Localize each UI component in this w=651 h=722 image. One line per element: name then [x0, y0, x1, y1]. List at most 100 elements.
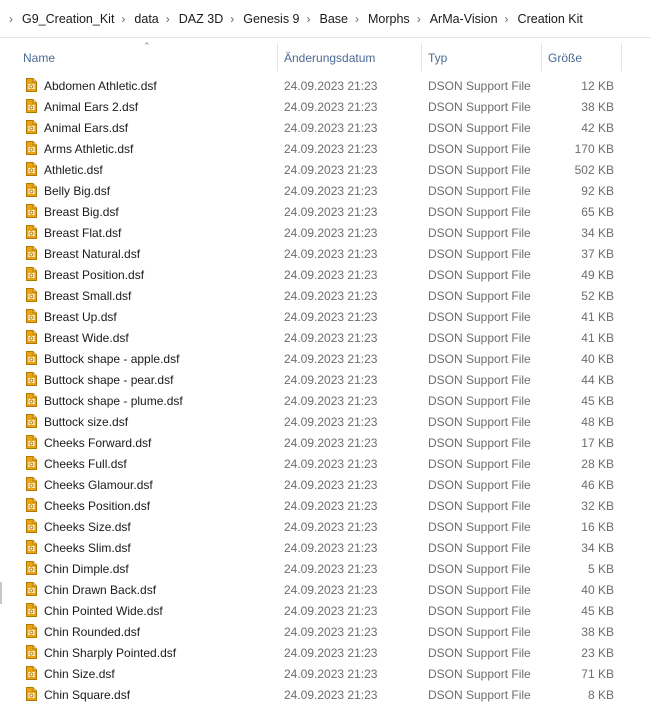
dson-document-icon: [26, 99, 37, 113]
column-divider[interactable]: [277, 43, 278, 71]
dson-document-icon: [26, 603, 37, 617]
file-row[interactable]: Cheeks Full.dsf 24.09.2023 21:23 DSON Supp…: [0, 453, 651, 474]
breadcrumb-item[interactable]: Morphs: [367, 10, 411, 28]
file-size: 5 KB: [587, 562, 614, 576]
column-header-type[interactable]: Typ: [428, 39, 540, 71]
breadcrumb-item[interactable]: Base: [319, 10, 350, 28]
file-name: Arms Athletic.dsf: [44, 142, 134, 156]
file-row[interactable]: Buttock shape - pear.dsf 24.09.2023 21:23…: [0, 369, 651, 390]
file-type: DSON Support File: [428, 415, 531, 429]
column-divider[interactable]: [621, 43, 622, 71]
file-type: DSON Support File: [428, 310, 531, 324]
chevron-right-icon[interactable]: ›: [3, 12, 21, 26]
scroll-indicator[interactable]: [0, 582, 2, 604]
file-date: 24.09.2023 21:23: [284, 121, 378, 135]
file-row[interactable]: Chin Pointed Wide.dsf 24.09.2023 21:23 DSO…: [0, 600, 651, 621]
file-row[interactable]: Chin Drawn Back.dsf 24.09.2023 21:23 DSON …: [0, 579, 651, 600]
file-row[interactable]: Buttock shape - apple.dsf 24.09.2023 21:2…: [0, 348, 651, 369]
breadcrumb-item[interactable]: ArMa-Vision: [429, 10, 499, 28]
file-date: 24.09.2023 21:23: [284, 583, 378, 597]
file-date: 24.09.2023 21:23: [284, 436, 378, 450]
file-row[interactable]: Chin Dimple.dsf 24.09.2023 21:23 DSON Supp…: [0, 558, 651, 579]
file-row[interactable]: Breast Flat.dsf 24.09.2023 21:23 DSON Supp…: [0, 222, 651, 243]
breadcrumb-item[interactable]: Creation Kit: [517, 10, 584, 28]
dson-document-icon: [26, 183, 37, 197]
file-date: 24.09.2023 21:23: [284, 478, 378, 492]
column-divider[interactable]: [541, 43, 542, 71]
file-date: 24.09.2023 21:23: [284, 646, 378, 660]
breadcrumb-item[interactable]: Genesis 9: [242, 10, 300, 28]
file-name: Breast Small.dsf: [44, 289, 132, 303]
file-date: 24.09.2023 21:23: [284, 289, 378, 303]
file-row[interactable]: Chin Square.dsf 24.09.2023 21:23 DSON Supp…: [0, 684, 651, 705]
file-type: DSON Support File: [428, 79, 531, 93]
column-header-date[interactable]: Änderungsdatum: [284, 39, 420, 71]
chevron-right-icon[interactable]: ›: [301, 12, 319, 26]
file-name: Chin Size.dsf: [44, 667, 115, 681]
chevron-right-icon[interactable]: ›: [411, 12, 429, 26]
chevron-right-icon[interactable]: ›: [349, 12, 367, 26]
chevron-right-icon[interactable]: ›: [499, 12, 517, 26]
file-type: DSON Support File: [428, 331, 531, 345]
dson-document-icon: [26, 435, 37, 449]
breadcrumb-item[interactable]: G9_Creation_Kit: [21, 10, 115, 28]
file-row[interactable]: Arms Athletic.dsf 24.09.2023 21:23 DSON Su…: [0, 138, 651, 159]
file-date: 24.09.2023 21:23: [284, 226, 378, 240]
file-type: DSON Support File: [428, 373, 531, 387]
file-row[interactable]: Chin Sharply Pointed.dsf 24.09.2023 21:23…: [0, 642, 651, 663]
file-name: Breast Natural.dsf: [44, 247, 141, 261]
file-type: DSON Support File: [428, 100, 531, 114]
file-row[interactable]: Animal Ears.dsf 24.09.2023 21:23 DSON Supp…: [0, 117, 651, 138]
breadcrumb-item[interactable]: data: [133, 10, 159, 28]
dson-document-icon: [26, 414, 37, 428]
file-row[interactable]: Chin Rounded.dsf 24.09.2023 21:23 DSON Sup…: [0, 621, 651, 642]
file-row[interactable]: Cheeks Position.dsf 24.09.2023 21:23 DSON …: [0, 495, 651, 516]
file-row[interactable]: Belly Big.dsf 24.09.2023 21:23 DSON Suppor…: [0, 180, 651, 201]
column-divider[interactable]: [421, 43, 422, 71]
file-row[interactable]: Cheeks Glamour.dsf 24.09.2023 21:23 DSON S…: [0, 474, 651, 495]
dson-document-icon: [26, 624, 37, 638]
file-date: 24.09.2023 21:23: [284, 247, 378, 261]
file-type: DSON Support File: [428, 604, 531, 618]
column-header-name[interactable]: Name: [23, 39, 275, 71]
file-type: DSON Support File: [428, 688, 531, 702]
file-name: Buttock shape - pear.dsf: [44, 373, 174, 387]
file-size: 92 KB: [581, 184, 614, 198]
file-row[interactable]: Animal Ears 2.dsf 24.09.2023 21:23 DSON Su…: [0, 96, 651, 117]
file-type: DSON Support File: [428, 247, 531, 261]
breadcrumb-item[interactable]: DAZ 3D: [178, 10, 224, 28]
column-header-size[interactable]: Größe: [548, 39, 618, 71]
dson-document-icon: [26, 267, 37, 281]
file-row[interactable]: Buttock shape - plume.dsf 24.09.2023 21:2…: [0, 390, 651, 411]
file-date: 24.09.2023 21:23: [284, 352, 378, 366]
file-name: Chin Dimple.dsf: [44, 562, 129, 576]
file-date: 24.09.2023 21:23: [284, 499, 378, 513]
file-type: DSON Support File: [428, 352, 531, 366]
file-row[interactable]: Chin Size.dsf 24.09.2023 21:23 DSON Suppor…: [0, 663, 651, 684]
file-row[interactable]: Breast Big.dsf 24.09.2023 21:23 DSON Suppo…: [0, 201, 651, 222]
file-size: 17 KB: [581, 436, 614, 450]
chevron-right-icon[interactable]: ›: [115, 12, 133, 26]
file-row[interactable]: Abdomen Athletic.dsf 24.09.2023 21:23 DSON…: [0, 75, 651, 96]
file-date: 24.09.2023 21:23: [284, 520, 378, 534]
file-row[interactable]: Buttock size.dsf 24.09.2023 21:23 DSON Sup…: [0, 411, 651, 432]
file-size: 170 KB: [574, 142, 614, 156]
file-row[interactable]: Athletic.dsf 24.09.2023 21:23 DSON Support…: [0, 159, 651, 180]
file-row[interactable]: Cheeks Size.dsf 24.09.2023 21:23 DSON Supp…: [0, 516, 651, 537]
file-name: Cheeks Glamour.dsf: [44, 478, 153, 492]
file-date: 24.09.2023 21:23: [284, 415, 378, 429]
chevron-right-icon[interactable]: ›: [160, 12, 178, 26]
file-row[interactable]: Cheeks Forward.dsf 24.09.2023 21:23 DSON S…: [0, 432, 651, 453]
file-name: Breast Flat.dsf: [44, 226, 122, 240]
file-row[interactable]: Breast Natural.dsf 24.09.2023 21:23 DSON S…: [0, 243, 651, 264]
file-row[interactable]: Breast Small.dsf 24.09.2023 21:23 DSON Sup…: [0, 285, 651, 306]
file-size: 71 KB: [581, 667, 614, 681]
dson-document-icon: [26, 456, 37, 470]
file-name: Breast Position.dsf: [44, 268, 145, 282]
file-row[interactable]: Cheeks Slim.dsf 24.09.2023 21:23 DSON Supp…: [0, 537, 651, 558]
chevron-right-icon[interactable]: ›: [224, 12, 242, 26]
file-row[interactable]: Breast Wide.dsf 24.09.2023 21:23 DSON Supp…: [0, 327, 651, 348]
file-row[interactable]: Breast Position.dsf 24.09.2023 21:23 DSON …: [0, 264, 651, 285]
dson-document-icon: [26, 666, 37, 680]
file-row[interactable]: Breast Up.dsf 24.09.2023 21:23 DSON Suppor…: [0, 306, 651, 327]
